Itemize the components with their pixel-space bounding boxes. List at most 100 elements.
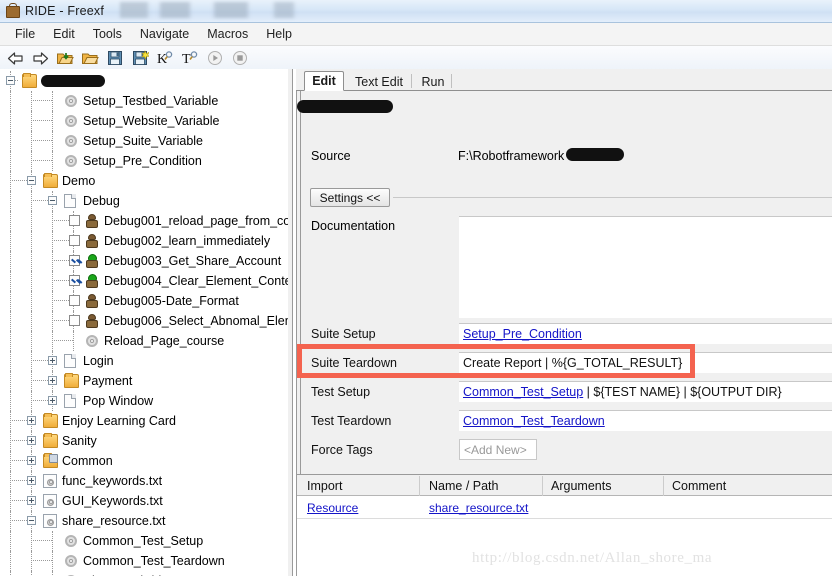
tree-item[interactable]: Reload_Page_course (0, 331, 288, 351)
tree-item[interactable]: Debug004_Clear_Element_Conte (0, 271, 288, 291)
tree-item[interactable]: Setup_Pre_Condition (0, 151, 288, 171)
tree-collapse-icon[interactable] (27, 176, 36, 185)
tree-item[interactable]: Pop Window (0, 391, 288, 411)
tree-guide-line (10, 451, 11, 471)
tree-item[interactable]: Debug (0, 191, 288, 211)
tree-item[interactable]: func_keywords.txt (0, 471, 288, 491)
source-label: Source (311, 149, 351, 163)
tree-guide-line (52, 551, 53, 571)
tree-guide-line (31, 291, 32, 311)
tree-item-label: Setup_Pre_Condition (83, 154, 202, 168)
tree-elbow-line (52, 340, 73, 341)
tree-item[interactable]: Demo (0, 171, 288, 191)
tree-item-checkbox[interactable] (69, 295, 80, 306)
open-file-icon[interactable] (78, 47, 102, 69)
tree-expand-icon[interactable] (48, 376, 57, 385)
tree-item[interactable]: Close_Webdriver (0, 571, 288, 576)
tree-item-checkbox[interactable] (69, 315, 80, 326)
tree-item[interactable]: Login (0, 351, 288, 371)
tree-item[interactable]: Common (0, 451, 288, 471)
tree-item-checkbox[interactable] (69, 235, 80, 246)
suite-teardown-input[interactable]: Create Report | %{G_TOTAL_RESULT} (459, 352, 832, 373)
tree-expand-icon[interactable] (27, 416, 36, 425)
tree-item[interactable]: Debug002_learn_immediately (0, 231, 288, 251)
folder-icon (43, 173, 58, 188)
tree-guide-line (10, 191, 11, 211)
tree-guide-line (10, 271, 11, 291)
tree-elbow-line (31, 540, 52, 541)
documentation-input[interactable] (459, 216, 832, 318)
tree-item[interactable]: Common_Test_Setup (0, 531, 288, 551)
table-row[interactable]: Resource share_resource.txt (297, 496, 832, 518)
tree-guide-line (10, 211, 11, 231)
folder-icon (64, 373, 79, 388)
menu-item-file[interactable]: File (6, 25, 44, 43)
tree-expand-icon[interactable] (48, 396, 57, 405)
tree-guide-line (10, 231, 11, 251)
tree-item-label: Common_Test_Teardown (83, 554, 225, 568)
menu-item-help[interactable]: Help (257, 25, 301, 43)
suite-setup-row: Suite Setup Setup_Pre_Condition (297, 321, 832, 349)
search-keyword-icon[interactable]: K (153, 47, 177, 69)
tree-item[interactable]: Setup_Suite_Variable (0, 131, 288, 151)
settings-toggle-button[interactable]: Settings << (310, 188, 390, 207)
tree-item[interactable]: Sanity (0, 431, 288, 451)
cell-import[interactable]: Resource (307, 501, 358, 515)
run-icon[interactable] (203, 47, 227, 69)
force-tags-add-new-button[interactable]: <Add New> (459, 439, 537, 460)
tab-run[interactable]: Run (414, 72, 452, 91)
tree-item[interactable]: Setup_Testbed_Variable (0, 91, 288, 111)
tree-collapse-icon[interactable] (48, 196, 57, 205)
tree-item-checkbox[interactable] (69, 215, 80, 226)
tree-item[interactable]: Setup_Website_Variable (0, 111, 288, 131)
menu-item-tools[interactable]: Tools (84, 25, 131, 43)
tree-item[interactable]: Debug001_reload_page_from_co (0, 211, 288, 231)
test-setup-input[interactable]: Common_Test_Setup | ${TEST NAME} | ${OUT… (459, 381, 832, 402)
tree-guide-line (31, 371, 32, 391)
tree-item[interactable] (0, 71, 288, 91)
tree-expand-icon[interactable] (27, 436, 36, 445)
tree-collapse-icon[interactable] (6, 76, 15, 85)
tree-item[interactable]: share_resource.txt (0, 511, 288, 531)
tree-item[interactable]: GUI_Keywords.txt (0, 491, 288, 511)
tree-expand-icon[interactable] (48, 356, 57, 365)
tree-item-checkbox[interactable] (69, 275, 80, 286)
tree-item[interactable]: Payment (0, 371, 288, 391)
tree-item[interactable]: Common_Test_Teardown (0, 551, 288, 571)
forward-arrow-icon[interactable] (28, 47, 52, 69)
tree-guide-line (10, 511, 11, 531)
search-tests-icon[interactable]: T (178, 47, 202, 69)
save-all-icon[interactable] (128, 47, 152, 69)
back-arrow-icon[interactable] (3, 47, 27, 69)
tree-item-checkbox[interactable] (69, 255, 80, 266)
tree-guide-line (31, 391, 32, 411)
suite-tree-panel[interactable]: Setup_Testbed_Variable Setup_Website_Vari… (0, 69, 288, 576)
save-icon[interactable] (103, 47, 127, 69)
suite-teardown-row: Suite Teardown Create Report | %{G_TOTAL… (297, 350, 832, 378)
tree-expand-icon[interactable] (27, 496, 36, 505)
gear-icon (85, 334, 99, 348)
cell-name-path[interactable]: share_resource.txt (429, 501, 528, 515)
stop-icon[interactable] (228, 47, 252, 69)
tree-expand-icon[interactable] (27, 476, 36, 485)
open-directory-icon[interactable] (53, 47, 77, 69)
tree-expand-icon[interactable] (27, 456, 36, 465)
menu-item-macros[interactable]: Macros (198, 25, 257, 43)
suite-setup-input[interactable]: Setup_Pre_Condition (459, 323, 832, 344)
tab-text-edit[interactable]: Text Edit (346, 72, 412, 91)
tree-item[interactable]: Debug006_Select_Abnomal_Elem (0, 311, 288, 331)
tree-item[interactable]: Debug003_Get_Share_Account (0, 251, 288, 271)
tab-edit[interactable]: Edit (304, 71, 344, 91)
test-teardown-input[interactable]: Common_Test_Teardown (459, 410, 832, 431)
folder-icon (43, 413, 58, 428)
menu-item-edit[interactable]: Edit (44, 25, 84, 43)
tree-collapse-icon[interactable] (27, 516, 36, 525)
tree-guide-line (10, 251, 11, 271)
menu-item-navigate[interactable]: Navigate (131, 25, 198, 43)
main-content: Setup_Testbed_Variable Setup_Website_Vari… (0, 69, 832, 576)
tree-item[interactable]: Debug005-Date_Format (0, 291, 288, 311)
tree-item[interactable]: Enjoy Learning Card (0, 411, 288, 431)
suite-teardown-label: Suite Teardown (311, 356, 397, 370)
gear-icon (64, 154, 78, 168)
tree-guide-line (31, 211, 32, 231)
